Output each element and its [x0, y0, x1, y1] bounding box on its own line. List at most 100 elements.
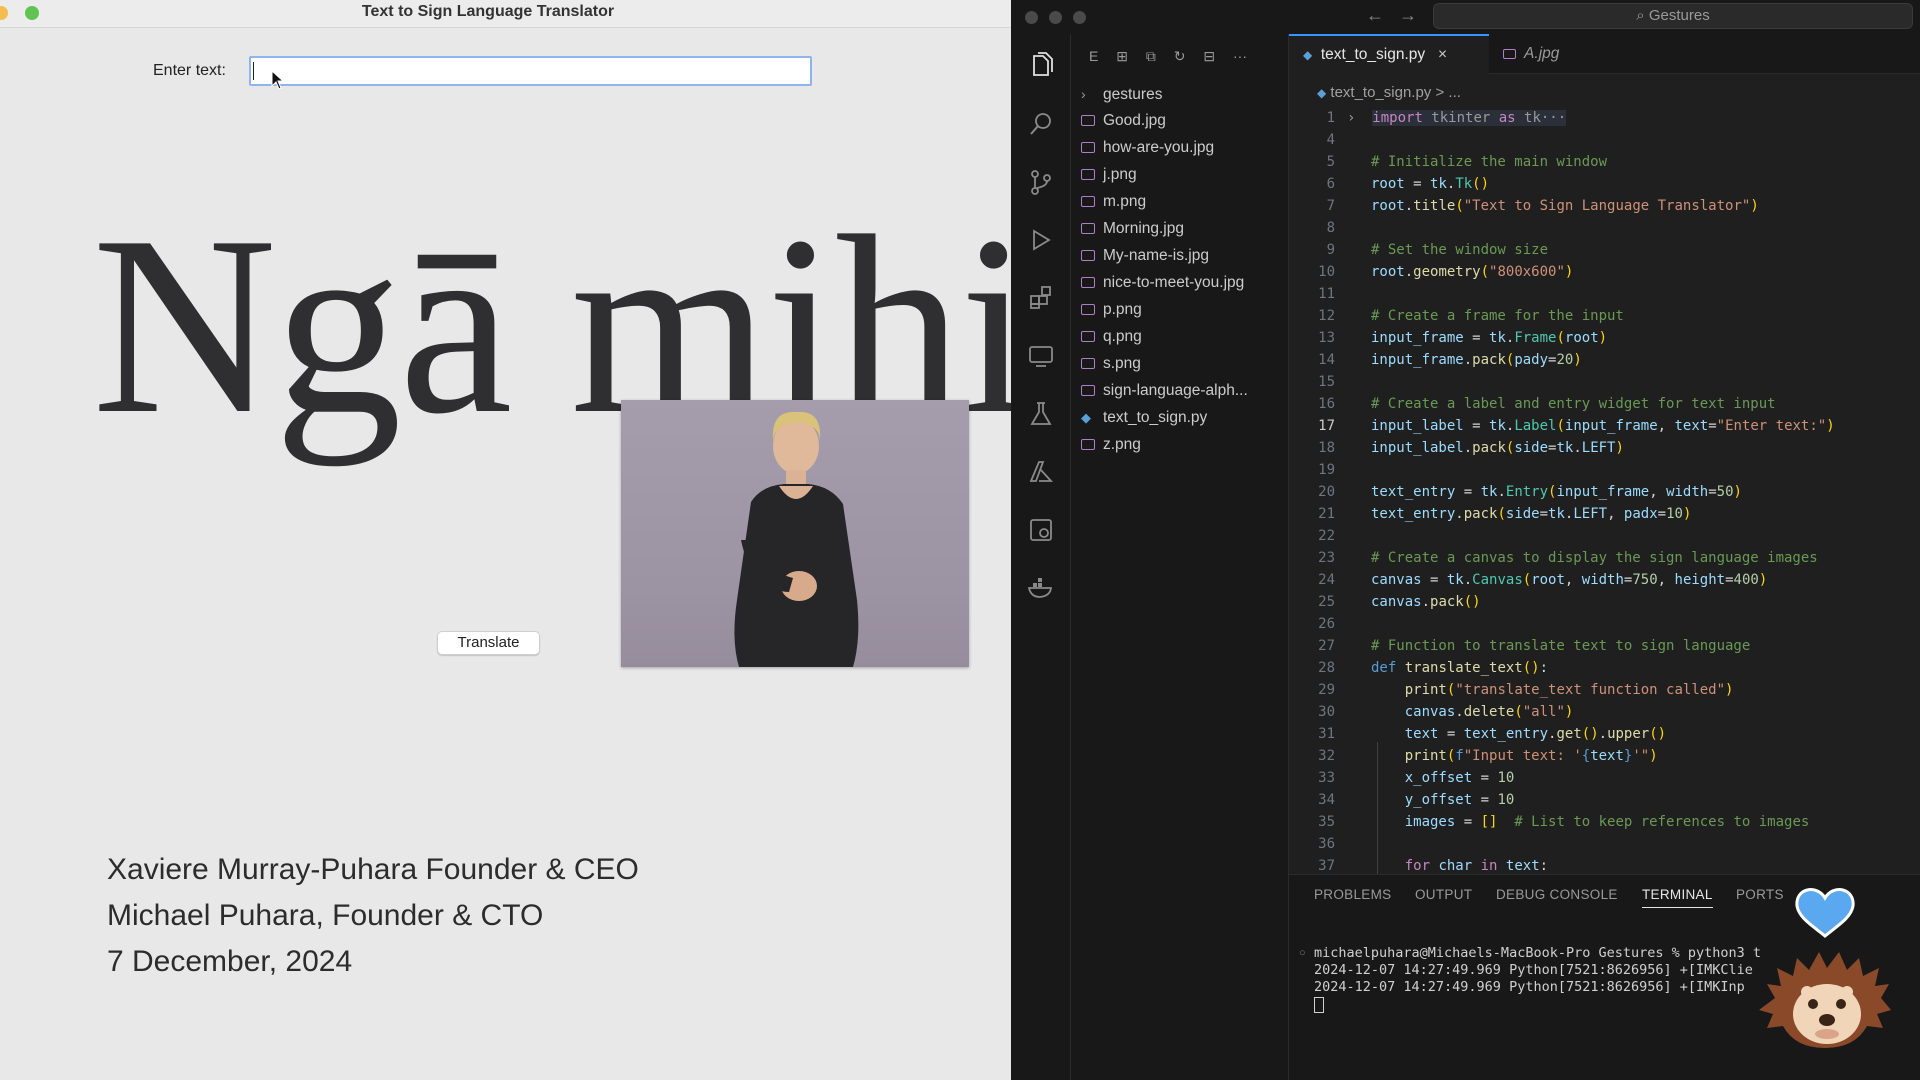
zoom-button[interactable] [1073, 11, 1086, 24]
window-title: Text to Sign Language Translator [361, 3, 615, 20]
code-line: 29 print("translate_text function called… [1318, 682, 1734, 698]
code-line: 32 print(f"Input text: '{text}'") [1318, 748, 1658, 764]
search-label: Gestures [1648, 7, 1710, 24]
mouse-pointer-icon [271, 70, 285, 90]
hedgehog-heart-sticker [1759, 888, 1891, 1048]
terminal-line: 2024-12-07 14:27:49.969 Python[7521:8626… [1314, 962, 1753, 978]
source-control-icon[interactable] [1025, 166, 1057, 198]
python-file-icon: ◆ [1317, 86, 1327, 100]
code-line: 21 text_entry.pack(side=tk.LEFT, padx=10) [1318, 506, 1692, 522]
image-file-icon [1081, 277, 1095, 289]
code-line: 30 canvas.delete("all") [1318, 704, 1574, 720]
code-line-current: 17 input_label = tk.Label(input_frame, te… [1318, 418, 1835, 434]
back-arrow-icon[interactable]: ← [1366, 5, 1384, 25]
code-line: 7 root.title("Text to Sign Language Trans… [1326, 198, 1759, 214]
code-line: 34 y_offset = 10 [1318, 792, 1515, 808]
file-item[interactable]: My-name-is.jpg [1081, 243, 1291, 269]
file-item[interactable]: j.png [1081, 162, 1291, 188]
more-actions-icon[interactable]: ··· [1233, 48, 1247, 64]
file-item[interactable]: z.png [1081, 432, 1291, 458]
file-item[interactable]: m.png [1081, 189, 1291, 215]
remote-explorer-icon[interactable] [1025, 340, 1057, 372]
tab-problems[interactable]: PROBLEMS [1314, 887, 1391, 902]
image-file-icon [1081, 142, 1095, 154]
file-item[interactable]: nice-to-meet-you.jpg [1081, 270, 1291, 296]
text-entry-input[interactable] [249, 56, 812, 86]
code-line: 9 # Set the window size [1326, 242, 1549, 258]
image-file-icon [1081, 223, 1095, 235]
vscode-titlebar: ← → ⌕ Gestures [1011, 0, 1920, 34]
terminal-line: 2024-12-07 14:27:49.969 Python[7521:8626… [1314, 979, 1745, 995]
close-button[interactable] [1025, 11, 1038, 24]
code-line: 15 [1318, 374, 1335, 390]
image-file-icon [1081, 304, 1095, 316]
search-icon: ⌕ [1636, 7, 1645, 24]
collapse-all-icon[interactable]: ⊟ [1203, 48, 1215, 64]
explorer-sidebar: E ⊞ ⧉ ↻ ⊟ ··· › gestures Good.jpg how-are… [1071, 34, 1289, 1080]
translate-button[interactable]: Translate [437, 631, 540, 655]
code-line: 16 # Create a label and entry widget for … [1318, 396, 1776, 412]
refresh-icon[interactable]: ↻ [1174, 48, 1186, 64]
testing-icon[interactable] [1025, 398, 1057, 430]
file-item-python[interactable]: ◆ text_to_sign.py [1081, 405, 1291, 431]
run-debug-icon[interactable] [1025, 224, 1057, 256]
image-file-icon [1081, 115, 1095, 127]
code-line: 14 input_frame.pack(pady=20) [1318, 352, 1582, 368]
code-line: 35 images = [] # List to keep references… [1318, 814, 1810, 830]
code-line: 26 [1318, 616, 1335, 632]
credit-date: 7 December, 2024 [107, 945, 353, 978]
tab-a-jpg[interactable]: A.jpg [1489, 34, 1599, 74]
chevron-right-icon: › [1081, 86, 1086, 102]
code-line: 1 › import tkinter as tk··· [1326, 110, 1567, 126]
terminal-line: michaelpuhara@Michaels-MacBook-Pro Gestu… [1314, 945, 1762, 961]
code-line: 4 [1326, 132, 1335, 148]
extensions-icon[interactable] [1025, 282, 1057, 314]
new-file-icon[interactable]: ⊞ [1116, 48, 1128, 64]
code-line: 27 # Function to translate text to sign l… [1318, 638, 1751, 654]
code-line: 12 # Create a frame for the input [1318, 308, 1624, 324]
image-file-icon [1081, 169, 1095, 181]
editor-tabs: ◆ text_to_sign.py × A.jpg [1289, 34, 1920, 74]
tab-text-to-sign[interactable]: ◆ text_to_sign.py × [1289, 34, 1489, 74]
forward-arrow-icon[interactable]: → [1399, 5, 1417, 25]
code-line: 20 text_entry = tk.Entry(input_frame, wid… [1318, 484, 1742, 500]
file-item[interactable]: s.png [1081, 351, 1291, 377]
code-line: 8 [1326, 220, 1335, 236]
file-item[interactable]: how-are-you.jpg [1081, 135, 1291, 161]
tab-output[interactable]: OUTPUT [1415, 887, 1472, 902]
code-editor[interactable]: ◆ text_to_sign.py × A.jpg ◆ text_to_sign… [1289, 34, 1920, 874]
image-file-icon [1081, 439, 1095, 451]
search-icon[interactable] [1025, 108, 1057, 140]
code-line: 36 [1318, 836, 1335, 852]
command-center-search[interactable]: ⌕ Gestures [1433, 3, 1913, 29]
image-file-icon [1081, 196, 1095, 208]
azure-icon[interactable] [1025, 456, 1057, 488]
file-item[interactable]: sign-language-alph... [1081, 378, 1291, 404]
file-item[interactable]: Morning.jpg [1081, 216, 1291, 242]
files-icon[interactable] [1025, 50, 1057, 82]
sign-language-video [621, 400, 969, 667]
minimize-button[interactable] [1049, 11, 1062, 24]
code-line: 11 [1318, 286, 1335, 302]
new-folder-icon[interactable]: ⧉ [1146, 48, 1156, 64]
tk-titlebar: Text to Sign Language Translator [0, 0, 1011, 28]
code-line: 18 input_label.pack(side=tk.LEFT) [1318, 440, 1624, 456]
image-file-icon [1503, 48, 1516, 59]
tk-app-window: Text to Sign Language Translator Enter t… [0, 0, 1011, 1080]
file-item[interactable]: Good.jpg [1081, 108, 1291, 134]
breadcrumb[interactable]: ◆ text_to_sign.py > ... [1317, 84, 1461, 101]
folder-gestures[interactable]: › gestures [1081, 81, 1291, 107]
image-file-icon [1081, 250, 1095, 262]
image-file-icon [1081, 385, 1095, 397]
close-icon[interactable]: × [1438, 46, 1447, 63]
file-item[interactable]: q.png [1081, 324, 1291, 350]
tab-terminal[interactable]: TERMINAL [1642, 887, 1713, 908]
explorer-toolbar: E ⊞ ⧉ ↻ ⊟ ··· [1089, 48, 1247, 64]
tab-debug-console[interactable]: DEBUG CONSOLE [1496, 887, 1618, 902]
file-item[interactable]: p.png [1081, 297, 1291, 323]
terminal-circle-icon: ○ [1299, 947, 1306, 959]
credit-line: Michael Puhara, Founder & CTO [107, 899, 544, 932]
code-line: 6 root = tk.Tk() [1326, 176, 1490, 192]
docker-icon[interactable] [1025, 572, 1057, 604]
containers-icon[interactable] [1025, 514, 1057, 546]
